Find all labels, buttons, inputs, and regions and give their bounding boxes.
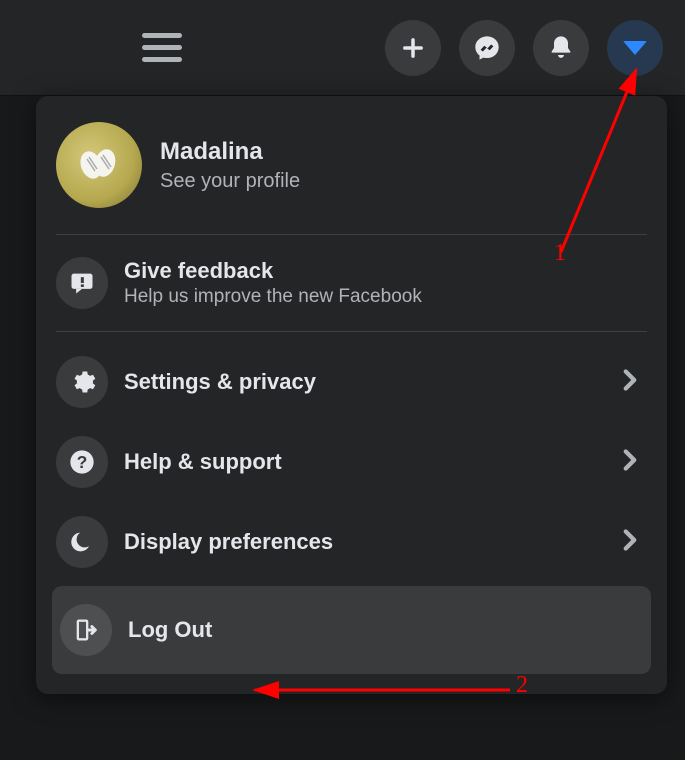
log-out[interactable]: Log Out — [52, 586, 651, 674]
notifications-button[interactable] — [533, 20, 589, 76]
question-icon: ? — [56, 436, 108, 488]
settings-privacy[interactable]: Settings & privacy — [52, 342, 651, 422]
profile-name: Madalina — [160, 138, 300, 166]
account-dropdown: Madalina See your profile Give feedback … — [36, 96, 667, 694]
gear-icon — [56, 356, 108, 408]
moon-icon — [56, 516, 108, 568]
menu-label: Display preferences — [124, 529, 597, 555]
logout-icon — [60, 604, 112, 656]
logout-label: Log Out — [128, 617, 212, 643]
create-button[interactable] — [385, 20, 441, 76]
messenger-button[interactable] — [459, 20, 515, 76]
feedback-subtitle: Help us improve the new Facebook — [124, 286, 422, 308]
help-support[interactable]: ? Help & support — [52, 422, 651, 502]
menu-label: Help & support — [124, 449, 597, 475]
feedback-title: Give feedback — [124, 258, 422, 284]
top-bar — [0, 0, 685, 96]
account-menu-button[interactable] — [607, 20, 663, 76]
profile-link[interactable]: Madalina See your profile — [52, 106, 651, 234]
chevron-right-icon — [613, 363, 647, 402]
caret-down-icon — [623, 41, 647, 55]
bell-icon — [547, 34, 575, 62]
topbar-actions — [385, 20, 663, 76]
annotation-label-1: 1 — [554, 240, 566, 267]
menu-label: Settings & privacy — [124, 369, 597, 395]
chevron-right-icon — [613, 523, 647, 562]
hamburger-menu[interactable] — [142, 28, 182, 68]
avatar — [56, 122, 142, 208]
feedback-icon — [56, 257, 108, 309]
divider — [56, 331, 647, 332]
svg-text:?: ? — [77, 452, 88, 472]
chevron-right-icon — [613, 443, 647, 482]
profile-subtitle: See your profile — [160, 170, 300, 193]
annotation-label-2: 2 — [516, 672, 528, 699]
messenger-icon — [473, 34, 501, 62]
plus-icon — [399, 34, 427, 62]
display-preferences[interactable]: Display preferences — [52, 502, 651, 582]
